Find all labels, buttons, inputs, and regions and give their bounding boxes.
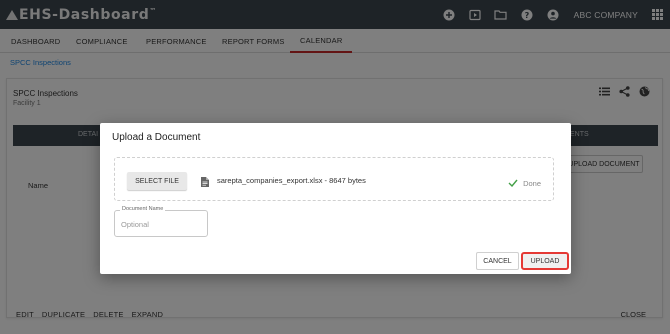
check-icon [508,174,518,192]
upload-button[interactable]: UPLOAD [521,252,569,270]
cancel-button[interactable]: CANCEL [476,252,519,270]
upload-status: Done [508,174,541,192]
document-name-input[interactable] [121,220,201,229]
file-icon [201,174,209,192]
dialog-title: Upload a Document [112,132,201,143]
document-name-label: Document Name [120,206,166,212]
selected-file-name: sarepta_companies_export.xlsx - 8647 byt… [217,176,366,185]
file-drop-zone[interactable]: SELECT FILE sarepta_companies_export.xls… [114,157,554,201]
document-name-field[interactable]: Document Name [114,206,208,237]
upload-document-dialog: Upload a Document SELECT FILE sarepta_co… [100,123,571,274]
status-text: Done [523,178,541,188]
select-file-button[interactable]: SELECT FILE [127,172,187,190]
